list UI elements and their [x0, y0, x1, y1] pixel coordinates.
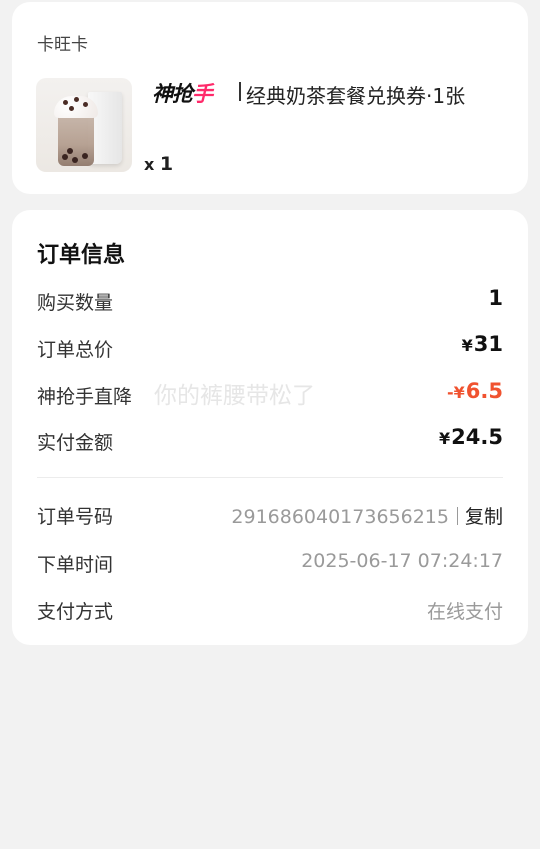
topping-dot	[74, 97, 79, 102]
boba-pearl	[72, 157, 78, 163]
section-divider	[37, 477, 503, 478]
brand-logo: 神抢手	[152, 78, 213, 108]
paid-amount-label: 实付金额	[37, 432, 114, 454]
paid-amount-value: ¥24.5	[439, 425, 503, 449]
copy-divider	[456, 506, 458, 525]
copy-button[interactable]: 复制	[465, 506, 503, 528]
payment-method-value: 在线支付	[426, 601, 503, 623]
amount: 6.5	[465, 379, 503, 403]
payment-method-label: 支付方式	[37, 601, 114, 623]
currency-symbol: ¥	[461, 336, 473, 355]
boba-pearl	[67, 148, 73, 154]
currency-symbol: ¥	[439, 429, 451, 448]
shop-name[interactable]: 卡旺卡	[37, 30, 88, 55]
purchase-quantity-value: 1	[488, 286, 503, 310]
order-number-row: 291686040173656215 复制	[231, 502, 503, 529]
product-quantity: x 1	[144, 153, 173, 175]
product-image[interactable]	[36, 78, 132, 172]
topping-dot	[69, 106, 74, 111]
quantity-prefix: x	[144, 155, 155, 174]
order-time-label: 下单时间	[37, 554, 114, 576]
total-price-value: ¥31	[462, 332, 503, 356]
order-number-value: 291686040173656215	[231, 506, 449, 528]
boba-pearl	[82, 153, 88, 159]
discount-value: -¥6.5	[447, 379, 503, 403]
product-card[interactable]: 卡旺卡 神抢手 经典奶茶套餐兑换券·1张 x 1	[12, 2, 528, 194]
purchase-quantity-label: 购买数量	[37, 292, 114, 314]
title-divider	[239, 82, 241, 101]
watermark-text: 你的裤腰带松了	[154, 383, 315, 409]
quantity-value: 1	[159, 153, 174, 175]
boba-pearl	[62, 154, 68, 160]
amount: 31	[473, 332, 503, 356]
order-info-card: 订单信息 购买数量 1 订单总价 ¥31 神抢手直降 你的裤腰带松了 -¥6.5…	[12, 210, 528, 645]
order-section-title: 订单信息	[37, 243, 126, 268]
total-price-label: 订单总价	[37, 339, 114, 361]
discount-label: 神抢手直降	[37, 386, 133, 408]
brand-logo-main: 神抢	[152, 82, 193, 106]
product-title[interactable]: 经典奶茶套餐兑换券·1张	[246, 80, 465, 109]
brand-logo-accent: 手	[192, 82, 213, 106]
topping-dot	[63, 100, 68, 105]
topping-dot	[83, 102, 88, 107]
amount: 24.5	[451, 425, 503, 449]
order-time-value: 2025-06-17 07:24:17	[301, 550, 503, 572]
currency-symbol: -¥	[447, 383, 465, 402]
order-number-label: 订单号码	[37, 506, 114, 528]
